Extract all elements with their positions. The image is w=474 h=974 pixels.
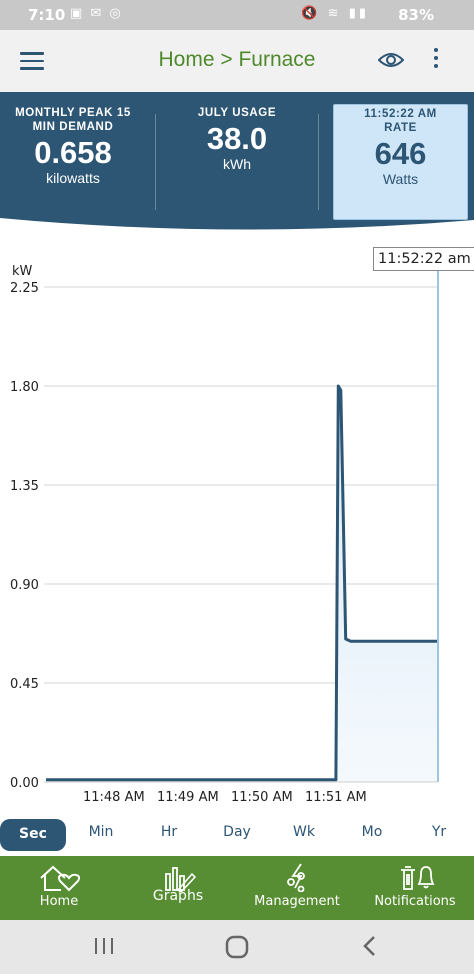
stat-unit: kilowatts (46, 170, 100, 186)
nav-notifications[interactable]: Notifications (370, 862, 460, 909)
bottom-nav: Home Graphs Management Notifications (0, 856, 474, 920)
stat-unit: kWh (223, 156, 251, 172)
period-selector: Sec Min Hr Day Wk Mo Yr (0, 812, 474, 858)
stat-monthly-usage: JULY USAGE 38.0 kWh (168, 106, 306, 172)
y-tick-label: 1.80 (10, 380, 39, 395)
system-icons: 🔇 ≋ ▮▮ (301, 6, 369, 21)
notification-icons: ▣ ✉ ◎ (70, 6, 123, 21)
x-tick-label: 11:49 AM (157, 790, 219, 805)
notifications-icon (401, 866, 435, 890)
stat-peak-demand: MONTHLY PEAK 15 MIN DEMAND 0.658 kilowat… (8, 106, 138, 186)
y-tick-label: 0.45 (10, 677, 39, 692)
nav-label: Home (39, 894, 79, 909)
period-sec[interactable]: Sec (0, 819, 66, 851)
stat-unit: Watts (382, 171, 419, 187)
nav-label: Notifications (374, 894, 456, 909)
eye-icon[interactable] (378, 50, 404, 70)
period-day[interactable]: Day (212, 824, 262, 840)
stat-current-rate: 11:52:22 AM RATE 646 Watts (333, 107, 468, 187)
y-axis-label: kW (12, 264, 33, 279)
status-bar: 7:10 ▣ ✉ ◎ 🔇 ≋ ▮▮ 83% (0, 0, 474, 30)
y-tick-label: 0.90 (10, 578, 39, 593)
nav-graphs[interactable]: Graphs (140, 862, 216, 904)
stat-divider (318, 114, 319, 210)
stat-label: JULY USAGE (197, 107, 277, 119)
stat-value: 0.658 (34, 135, 112, 170)
y-tick-label: 0.00 (10, 776, 39, 791)
nav-label: Graphs (152, 888, 204, 904)
stat-value: 38.0 (206, 121, 268, 156)
more-vert-icon[interactable] (434, 48, 440, 72)
y-tick-label: 2.25 (10, 281, 39, 296)
stat-label: 11:52:22 AM RATE (364, 108, 437, 134)
stat-label: MONTHLY PEAK 15 MIN DEMAND (15, 107, 131, 133)
period-yr[interactable]: Yr (414, 824, 464, 840)
home-heart-icon (40, 865, 81, 892)
battery-level: 83% (398, 6, 434, 24)
nav-label: Management (254, 894, 340, 909)
status-time: 7:10 (28, 6, 66, 24)
x-tick-label: 11:51 AM (305, 790, 367, 805)
period-mo[interactable]: Mo (347, 824, 397, 840)
recent-apps-icon[interactable] (92, 934, 116, 958)
back-icon[interactable] (360, 934, 380, 958)
nav-management[interactable]: Management (252, 862, 342, 909)
cursor-time-label: 11:52:22 am (373, 247, 474, 271)
stat-divider (155, 114, 156, 210)
period-hr[interactable]: Hr (144, 824, 194, 840)
management-icon (287, 863, 305, 892)
x-tick-label: 11:48 AM (83, 790, 145, 805)
app-bar: Home > Furnace (0, 30, 474, 92)
system-nav-bar (0, 920, 474, 974)
y-tick-label: 1.35 (10, 479, 39, 494)
nav-home[interactable]: Home (22, 862, 96, 909)
stat-value: 646 (374, 136, 427, 171)
stats-banner: MONTHLY PEAK 15 MIN DEMAND 0.658 kilowat… (0, 92, 474, 232)
x-tick-label: 11:50 AM (231, 790, 293, 805)
chart-svg: 2.25 1.80 1.35 0.90 0.45 0.00 kW 11:48 AM 11:49 … (10, 262, 439, 805)
home-button-icon[interactable] (224, 934, 250, 960)
power-chart[interactable]: 2.25 1.80 1.35 0.90 0.45 0.00 kW 11:48 AM 11:49 … (0, 232, 474, 812)
period-min[interactable]: Min (76, 824, 126, 840)
period-wk[interactable]: Wk (279, 824, 329, 840)
